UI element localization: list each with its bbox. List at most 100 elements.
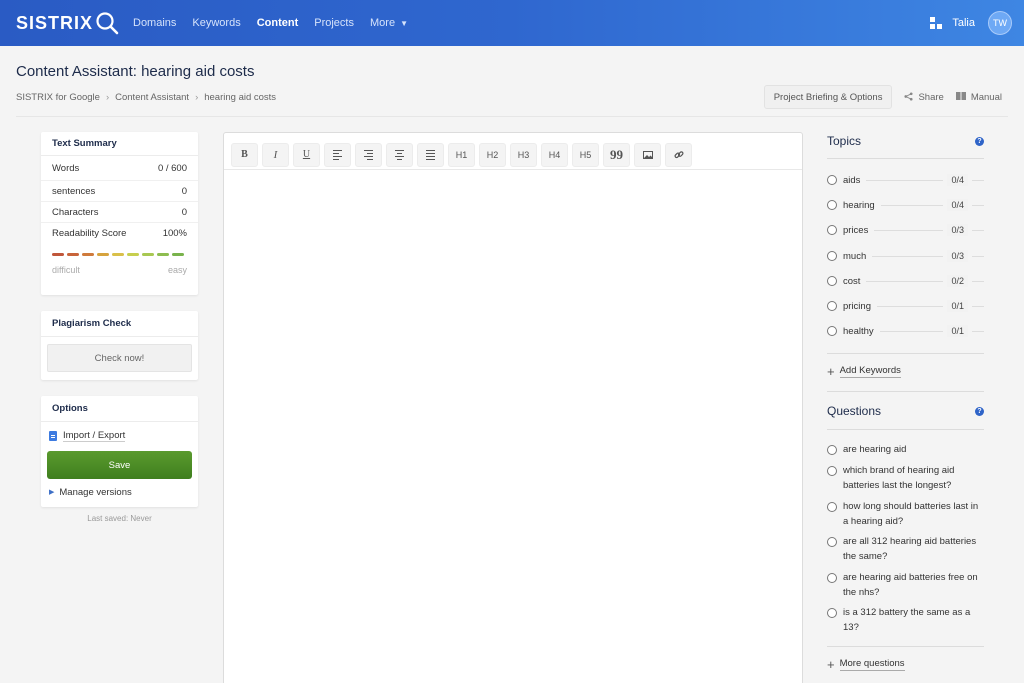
italic-button[interactable]: I (262, 142, 289, 167)
check-now-button[interactable]: Check now! (47, 344, 192, 372)
question-item[interactable]: how long should batteries last in a hear… (827, 500, 984, 529)
topic-label: pricing (843, 300, 871, 312)
image-button[interactable] (634, 142, 661, 167)
editor-text-area[interactable] (224, 170, 802, 670)
topic-progress-line (879, 330, 944, 332)
question-item[interactable]: are all 312 hearing aid batteries the sa… (827, 535, 984, 564)
topic-progress-line (880, 204, 944, 206)
topic-progress-tail (972, 330, 984, 332)
top-nav-bar: SISTRIX Domains Keywords Content Project… (0, 0, 1024, 46)
questions-divider (827, 429, 984, 430)
link-icon (673, 150, 684, 158)
main-nav: Domains Keywords Content Projects More ▼ (133, 0, 424, 46)
book-icon (955, 92, 966, 102)
nav-more-label: More (370, 17, 396, 29)
align-center-button[interactable] (386, 142, 413, 167)
question-item[interactable]: is a 312 battery the same as a 13? (827, 606, 984, 635)
image-icon (642, 150, 653, 159)
topics-header: Topics ? (827, 134, 984, 148)
user-menu[interactable]: Talia TW (930, 11, 1012, 35)
save-button[interactable]: Save (47, 451, 192, 479)
align-left-icon (333, 149, 342, 160)
question-item[interactable]: which brand of hearing aid batteries las… (827, 464, 984, 493)
topic-item[interactable]: prices 0/3 (827, 222, 984, 238)
question-item[interactable]: are hearing aid batteries free on the nh… (827, 571, 984, 600)
manual-link[interactable]: Manual (955, 92, 1002, 103)
radio-button[interactable] (827, 608, 837, 618)
project-briefing-button[interactable]: Project Briefing & Options (763, 85, 893, 109)
question-item[interactable]: are hearing aid (827, 443, 984, 458)
radio-button[interactable] (827, 326, 837, 336)
help-icon[interactable]: ? (975, 136, 984, 146)
topic-count: 0/4 (947, 174, 968, 186)
import-export-link[interactable]: Import / Export (41, 425, 198, 447)
topic-item[interactable]: much 0/3 (827, 248, 984, 264)
align-right-button[interactable] (355, 142, 382, 167)
summary-row-characters: Characters 0 (41, 202, 198, 223)
radio-button[interactable] (827, 251, 837, 261)
avatar[interactable]: TW (988, 11, 1012, 35)
options-card: Options Import / Export Save ▶ Manage ve… (41, 396, 198, 507)
summary-row-words: Words 0 / 600 (41, 156, 198, 181)
manage-versions-label: Manage versions (59, 486, 132, 498)
topic-count: 0/2 (947, 275, 968, 287)
manage-versions-toggle[interactable]: ▶ Manage versions (41, 479, 198, 505)
sistrix-logo[interactable]: SISTRIX (16, 11, 119, 35)
nav-content[interactable]: Content (257, 17, 299, 29)
topic-progress-line (866, 280, 944, 282)
summary-label: Readability Score (52, 228, 127, 239)
radio-button[interactable] (827, 175, 837, 185)
heading5-button[interactable]: H5 (572, 142, 599, 167)
page-title: Content Assistant: hearing aid costs (16, 63, 255, 80)
radio-button[interactable] (827, 573, 837, 583)
topic-count: 0/4 (947, 199, 968, 211)
radio-button[interactable] (827, 276, 837, 286)
blockquote-button[interactable]: 99 (603, 142, 630, 167)
logo-text: SISTRIX (16, 12, 94, 33)
plus-icon: + (827, 364, 835, 379)
topic-item[interactable]: cost 0/2 (827, 273, 984, 289)
link-button[interactable] (665, 142, 692, 167)
topic-item[interactable]: hearing 0/4 (827, 197, 984, 213)
nav-keywords[interactable]: Keywords (192, 17, 240, 29)
underline-button[interactable]: U (293, 142, 320, 167)
radio-button[interactable] (827, 225, 837, 235)
question-label: which brand of hearing aid batteries las… (843, 465, 955, 491)
topic-item[interactable]: pricing 0/1 (827, 298, 984, 314)
topic-progress-tail (972, 255, 984, 257)
chevron-down-icon: ▼ (400, 18, 408, 28)
topic-item[interactable]: healthy 0/1 (827, 323, 984, 339)
radio-button[interactable] (827, 466, 837, 476)
summary-value: 100% (162, 228, 187, 239)
plagiarism-title: Plagiarism Check (41, 311, 198, 337)
justify-icon (426, 149, 435, 160)
import-export-label: Import / Export (63, 430, 126, 442)
nav-projects[interactable]: Projects (314, 17, 354, 29)
breadcrumb-item[interactable]: Content Assistant (115, 92, 189, 103)
nav-more[interactable]: More ▼ (370, 17, 408, 29)
radio-button[interactable] (827, 445, 837, 455)
question-label: are hearing aid batteries free on the nh… (843, 572, 978, 598)
add-keywords-link[interactable]: + Add Keywords (827, 364, 901, 379)
justify-button[interactable] (417, 142, 444, 167)
nav-domains[interactable]: Domains (133, 17, 176, 29)
share-link[interactable]: Share (904, 92, 944, 103)
heading3-button[interactable]: H3 (510, 142, 537, 167)
radio-button[interactable] (827, 537, 837, 547)
topic-item[interactable]: aids 0/4 (827, 172, 984, 188)
radio-button[interactable] (827, 502, 837, 512)
radio-button[interactable] (827, 200, 837, 210)
more-questions-link[interactable]: + More questions (827, 657, 905, 672)
align-left-button[interactable] (324, 142, 351, 167)
heading1-button[interactable]: H1 (448, 142, 475, 167)
radio-button[interactable] (827, 301, 837, 311)
help-icon[interactable]: ? (975, 406, 984, 416)
apps-grid-icon[interactable] (930, 17, 943, 29)
question-label: is a 312 battery the same as a 13? (843, 607, 971, 633)
heading2-button[interactable]: H2 (479, 142, 506, 167)
readability-segment (67, 253, 79, 256)
heading4-button[interactable]: H4 (541, 142, 568, 167)
bold-button[interactable]: B (231, 142, 258, 167)
breadcrumb-item[interactable]: SISTRIX for Google (16, 92, 100, 103)
topic-progress-tail (972, 305, 984, 307)
